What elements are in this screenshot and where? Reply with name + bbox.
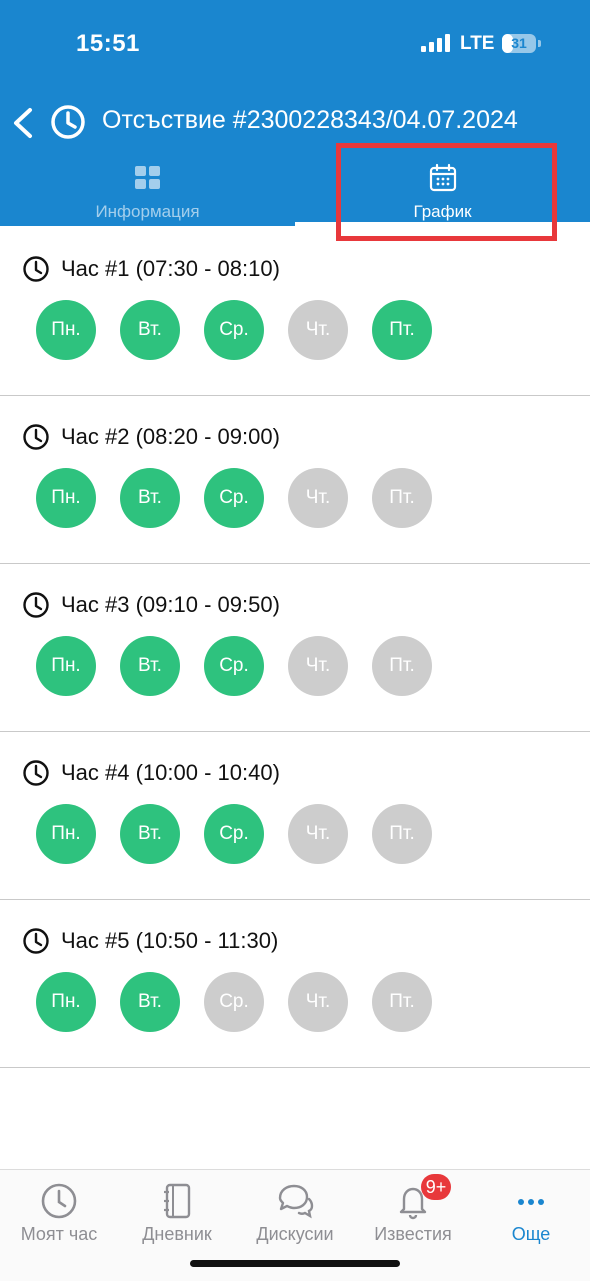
day-badge: Пт.	[372, 972, 432, 1032]
network-type: LTE	[460, 33, 495, 54]
period-section: Час #5 (10:50 - 11:30) Пн. Вт. Ср. Чт. Пт.	[0, 900, 590, 1068]
day-badge: Пт.	[372, 300, 432, 360]
day-badge: Пн.	[36, 468, 96, 528]
day-badge: Вт.	[120, 972, 180, 1032]
notebook-icon	[164, 1183, 191, 1219]
period-section: Час #3 (09:10 - 09:50) Пн. Вт. Ср. Чт. Пт.	[0, 564, 590, 732]
nav-item-my-hour[interactable]: Моят час	[0, 1170, 118, 1281]
nav-label: Моят час	[20, 1224, 98, 1244]
day-badge: Пн.	[36, 804, 96, 864]
battery-icon: 31	[502, 34, 536, 53]
period-title: Час #4 (10:00 - 10:40)	[61, 760, 280, 785]
chat-bubbles-icon	[278, 1184, 314, 1219]
day-badge: Чт.	[288, 972, 348, 1032]
clock-icon	[23, 256, 49, 282]
tab-information-label: Информация	[95, 202, 200, 221]
day-badge: Ср.	[204, 468, 264, 528]
day-badge: Пт.	[372, 468, 432, 528]
page-title: Отсъствие #2300228343/04.07.2024	[102, 106, 518, 134]
signal-icon	[421, 34, 450, 52]
highlight-annotation-box	[336, 143, 557, 241]
clock-icon	[23, 424, 49, 450]
clock-icon	[41, 1183, 77, 1219]
battery-nub	[538, 40, 541, 47]
clock-icon	[23, 928, 49, 954]
period-section: Час #1 (07:30 - 08:10) Пн. Вт. Ср. Чт. Пт.	[0, 228, 590, 396]
day-badge: Пн.	[36, 636, 96, 696]
day-badge: Вт.	[120, 300, 180, 360]
nav-label: Известия	[374, 1224, 452, 1244]
battery-percent: 31	[511, 35, 527, 51]
home-indicator	[190, 1260, 400, 1267]
day-badge: Пн.	[36, 972, 96, 1032]
day-badge: Пн.	[36, 300, 96, 360]
tab-information[interactable]: Информация	[0, 156, 295, 226]
clock-icon	[51, 105, 85, 139]
notification-badge: 9+	[421, 1174, 451, 1200]
day-badge: Ср.	[204, 972, 264, 1032]
period-section: Час #4 (10:00 - 10:40) Пн. Вт. Ср. Чт. Пт.	[0, 732, 590, 900]
nav-label: Още	[511, 1224, 551, 1244]
clock-icon	[23, 592, 49, 618]
day-badge: Пт.	[372, 804, 432, 864]
day-badge: Вт.	[120, 804, 180, 864]
day-badge: Чт.	[288, 636, 348, 696]
more-dots-icon	[518, 1199, 544, 1205]
period-title: Час #1 (07:30 - 08:10)	[61, 256, 280, 281]
day-badge: Ср.	[204, 300, 264, 360]
nav-item-more[interactable]: Още	[472, 1170, 590, 1281]
period-title: Час #2 (08:20 - 09:00)	[61, 424, 280, 449]
day-badge: Пт.	[372, 636, 432, 696]
day-badge: Чт.	[288, 300, 348, 360]
period-section: Час #2 (08:20 - 09:00) Пн. Вт. Ср. Чт. Пт.	[0, 396, 590, 564]
nav-label: Дневник	[142, 1224, 212, 1244]
day-badge: Вт.	[120, 636, 180, 696]
nav-label: Дискусии	[256, 1224, 334, 1244]
status-time: 15:51	[76, 30, 140, 57]
back-arrow-icon[interactable]	[8, 104, 38, 142]
grid-icon	[134, 166, 160, 189]
period-title: Час #5 (10:50 - 11:30)	[61, 928, 279, 953]
clock-icon	[23, 760, 49, 786]
day-badge: Чт.	[288, 804, 348, 864]
day-badge: Ср.	[204, 804, 264, 864]
day-badge: Чт.	[288, 468, 348, 528]
day-badge: Ср.	[204, 636, 264, 696]
period-title: Час #3 (09:10 - 09:50)	[61, 592, 280, 617]
day-badge: Вт.	[120, 468, 180, 528]
